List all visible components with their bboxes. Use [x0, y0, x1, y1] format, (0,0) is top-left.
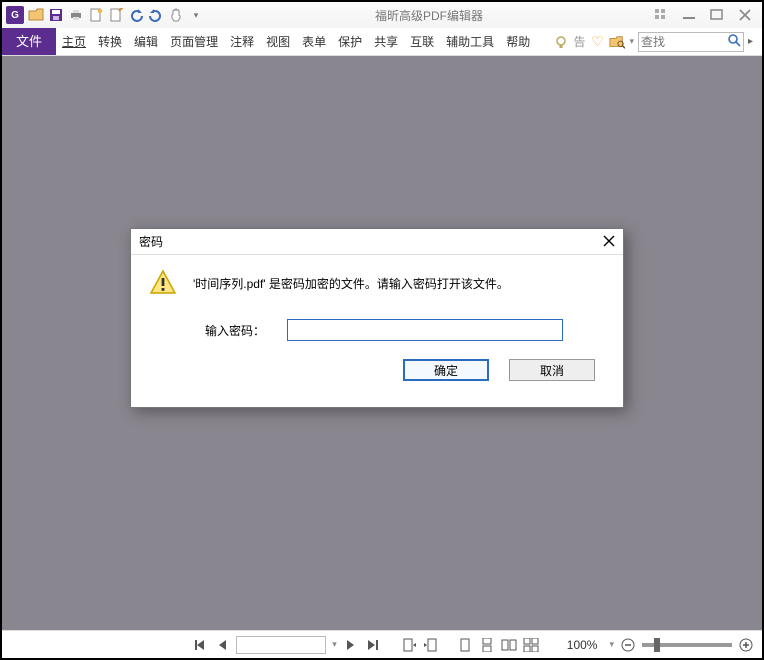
zoom-out-icon[interactable] — [620, 637, 636, 653]
search-icon[interactable] — [727, 33, 741, 50]
ribbon-options-icon[interactable] — [654, 8, 668, 22]
ok-button[interactable]: 确定 — [403, 359, 489, 381]
menubar-right: 告 ♡ ▾ ▸ — [553, 28, 762, 55]
menu-help[interactable]: 帮助 — [500, 28, 536, 55]
dialog-message: '时间序列.pdf' 是密码加密的文件。请输入密码打开该文件。 — [193, 275, 509, 292]
menu-convert[interactable]: 转换 — [92, 28, 128, 55]
password-label: 输入密码： — [205, 322, 265, 339]
prev-page-icon[interactable] — [214, 637, 230, 653]
facing-icon[interactable] — [501, 637, 517, 653]
favorite-icon[interactable]: ♡ — [589, 34, 605, 50]
single-page-icon[interactable] — [457, 637, 473, 653]
bulb-icon[interactable] — [553, 34, 569, 50]
undo-icon[interactable] — [128, 7, 144, 23]
password-dialog: 密码 '时间序列.pdf' 是密码加密的文件。请输入密码打开该文件。 输入密码：… — [130, 228, 624, 408]
app-title: 福昕高级PDF编辑器 — [208, 7, 650, 24]
next-page-icon[interactable] — [343, 637, 359, 653]
zoom-value: 100% — [567, 638, 598, 652]
menu-home[interactable]: 主页 — [56, 28, 92, 55]
save-icon[interactable] — [48, 7, 64, 23]
expand-ribbon-icon[interactable]: ▸ — [748, 36, 758, 47]
window-controls — [654, 8, 752, 22]
statusbar: ▾ 100% ▾ — [2, 630, 762, 658]
menu-share[interactable]: 共享 — [368, 28, 404, 55]
warning-icon — [149, 269, 177, 297]
file-tab[interactable]: 文件 — [2, 28, 56, 55]
zoom-slider[interactable] — [642, 643, 732, 647]
print-icon[interactable] — [68, 7, 84, 23]
dialog-title: 密码 — [139, 233, 603, 250]
titlebar: G ▾ 福昕高级PDF编辑器 — [2, 2, 762, 28]
new-doc-icon[interactable] — [88, 7, 104, 23]
menu-edit[interactable]: 编辑 — [128, 28, 164, 55]
first-page-icon[interactable] — [192, 637, 208, 653]
redo-icon[interactable] — [148, 7, 164, 23]
maximize-icon[interactable] — [710, 8, 724, 22]
menu-forms[interactable]: 表单 — [296, 28, 332, 55]
password-input[interactable] — [287, 319, 563, 341]
menu-pages[interactable]: 页面管理 — [164, 28, 224, 55]
open-icon[interactable] — [28, 7, 44, 23]
continuous-facing-icon[interactable] — [523, 637, 539, 653]
close-icon[interactable] — [738, 8, 752, 22]
dialog-close-icon[interactable] — [603, 234, 615, 250]
fit-page-icon[interactable] — [401, 637, 417, 653]
menubar: 文件 主页 转换 编辑 页面管理 注释 视图 表单 保护 共享 互联 辅助工具 … — [2, 28, 762, 56]
dialog-titlebar: 密码 — [131, 229, 623, 255]
menu-items: 主页 转换 编辑 页面管理 注释 视图 表单 保护 共享 互联 辅助工具 帮助 — [56, 28, 536, 55]
search-box[interactable] — [638, 32, 744, 52]
app-logo-icon: G — [6, 6, 24, 24]
dialog-body: '时间序列.pdf' 是密码加密的文件。请输入密码打开该文件。 输入密码： 确定… — [131, 255, 623, 393]
search-input[interactable] — [641, 35, 727, 49]
menu-access[interactable]: 辅助工具 — [440, 28, 500, 55]
menu-view[interactable]: 视图 — [260, 28, 296, 55]
menu-comment[interactable]: 注释 — [224, 28, 260, 55]
zoom-slider-thumb[interactable] — [654, 638, 660, 652]
search-folder-icon[interactable] — [609, 34, 625, 50]
hand-tool-icon[interactable] — [168, 7, 184, 23]
qat-dropdown-icon[interactable]: ▾ — [188, 7, 204, 23]
menu-connect[interactable]: 互联 — [404, 28, 440, 55]
fit-width-icon[interactable] — [423, 637, 439, 653]
menu-protect[interactable]: 保护 — [332, 28, 368, 55]
zoom-in-icon[interactable] — [738, 637, 754, 653]
last-page-icon[interactable] — [365, 637, 381, 653]
new-blank-icon[interactable] — [108, 7, 124, 23]
cancel-button[interactable]: 取消 — [509, 359, 595, 381]
page-number-input[interactable] — [236, 636, 326, 654]
continuous-icon[interactable] — [479, 637, 495, 653]
tell-me-label[interactable]: 告 — [573, 33, 585, 50]
minimize-icon[interactable] — [682, 8, 696, 22]
